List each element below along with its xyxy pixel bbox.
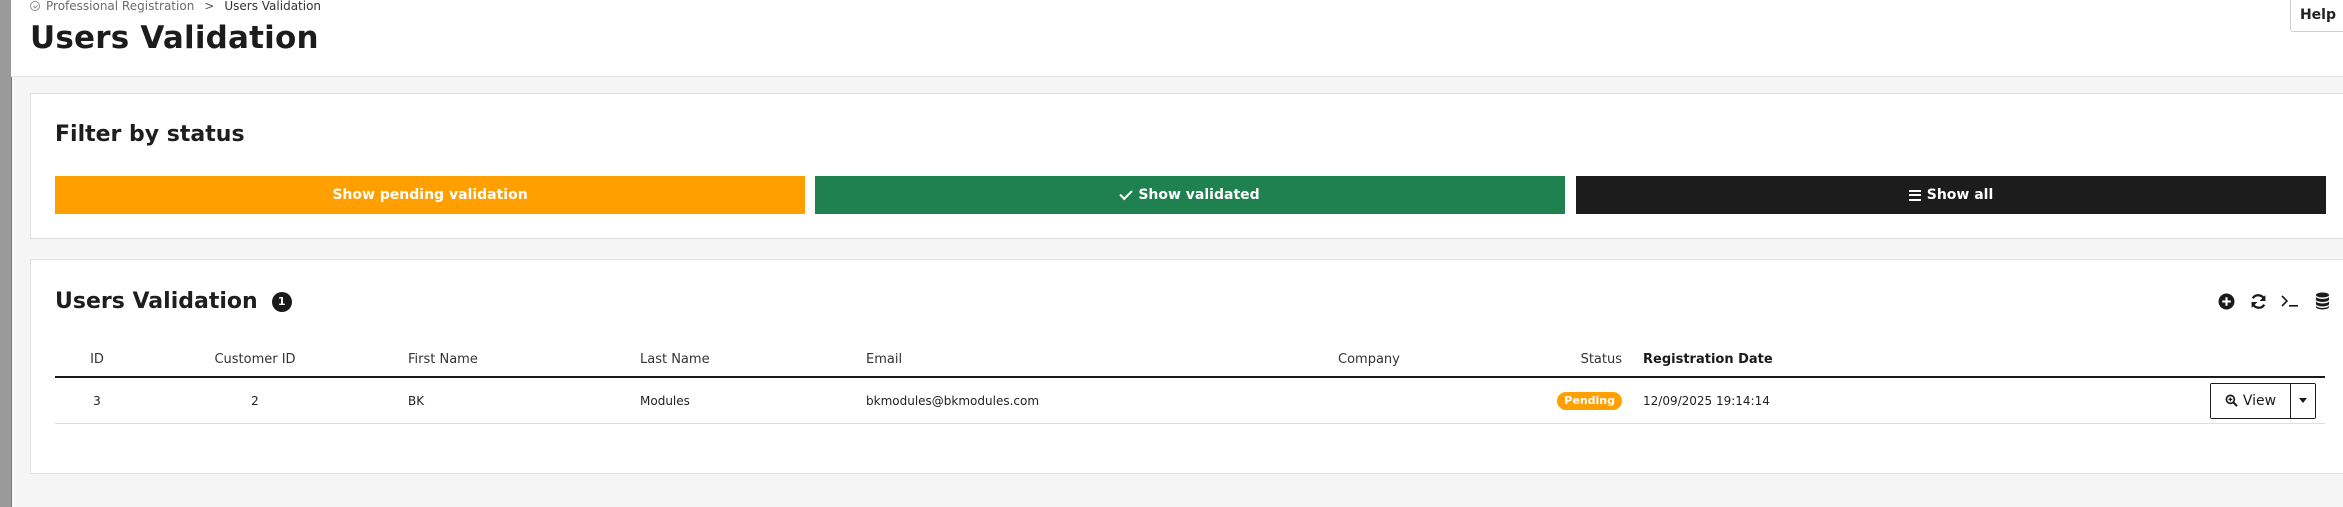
cell-id: 3 [93,393,101,408]
database-icon[interactable] [2312,291,2332,311]
count-badge: 1 [271,291,292,312]
view-button-label: View [2242,392,2277,409]
show-pending-label: Show pending validation [332,187,528,203]
column-header-first-name[interactable]: First Name [408,342,478,376]
breadcrumb-separator: > [204,0,215,13]
cell-customer-id: 2 [251,393,259,408]
terminal-icon[interactable] [2280,291,2300,311]
breadcrumb-parent-link[interactable]: Professional Registration [46,0,194,13]
view-dropdown-toggle[interactable] [2291,383,2315,418]
breadcrumb: Professional Registration > Users Valida… [30,0,321,13]
check-circle-icon [30,1,40,11]
view-button[interactable]: View [2211,383,2291,418]
cell-first-name: BK [408,393,425,408]
view-button-group: View [2210,382,2316,419]
page-header: Professional Registration > Users Valida… [11,0,2343,77]
column-header-customer-id[interactable]: Customer ID [170,342,340,376]
caret-down-icon [2299,398,2307,403]
list-icon [1908,189,1921,201]
refresh-icon[interactable] [2248,291,2268,311]
cell-email: bkmodules@bkmodules.com [866,393,1040,408]
column-header-last-name[interactable]: Last Name [640,342,710,376]
page-title: Users Validation [30,20,319,56]
cell-status: Pending [1548,378,1622,423]
zoom-icon [2225,394,2238,407]
filter-panel-title: Filter by status [55,122,245,147]
column-header-registration-date[interactable]: Registration Date [1643,342,1773,376]
users-panel: Users Validation 1 ID Customer ID First … [30,259,2343,474]
cell-actions: View [2210,378,2316,423]
show-pending-button[interactable]: Show pending validation [55,176,805,214]
column-header-company[interactable]: Company [1338,342,1438,376]
column-header-status[interactable]: Status [1548,342,1622,376]
column-header-id[interactable]: ID [55,342,139,376]
users-panel-title-text: Users Validation [55,289,258,314]
add-icon[interactable] [2216,291,2236,311]
column-header-email[interactable]: Email [866,342,902,376]
table-header: ID Customer ID First Name Last Name Emai… [55,342,2325,378]
check-icon [1119,186,1134,200]
status-badge: Pending [1557,391,1622,410]
panel-toolbar [2216,290,2332,312]
users-panel-title: Users Validation 1 [55,289,292,314]
users-table: ID Customer ID First Name Last Name Emai… [55,342,2325,424]
cell-company [1338,378,1438,423]
filter-panel-title-text: Filter by status [55,122,245,147]
show-validated-button[interactable]: Show validated [815,176,1565,214]
show-all-button[interactable]: Show all [1576,176,2326,214]
cell-registration-date: 12/09/2025 19:14:14 [1643,393,1770,408]
cell-last-name: Modules [640,393,690,408]
show-all-label: Show all [1926,187,1994,203]
filter-panel: Filter by status Show pending validation… [30,93,2343,239]
breadcrumb-current: Users Validation [224,0,322,13]
table-row: 3 2 BK Modules bkmodules@bkmodules.com P… [55,378,2325,424]
help-button[interactable]: Help [2290,0,2343,32]
show-validated-label: Show validated [1138,187,1260,203]
